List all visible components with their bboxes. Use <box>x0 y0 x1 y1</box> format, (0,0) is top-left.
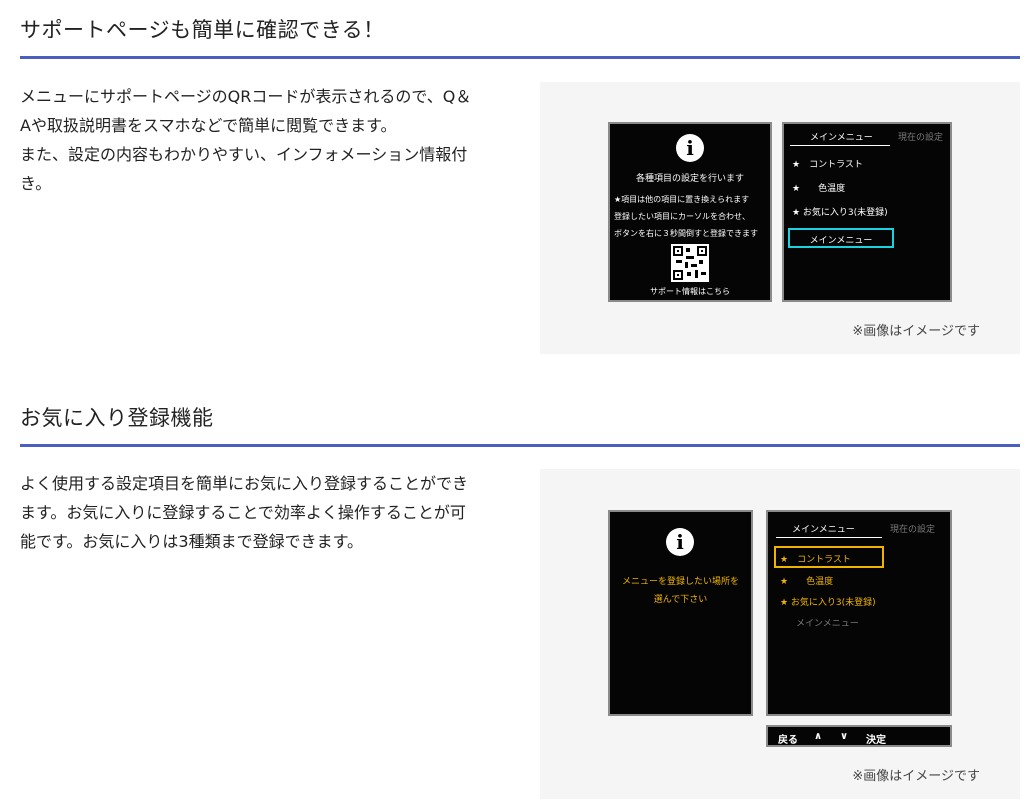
info-icon: i <box>676 134 704 162</box>
support-info-link[interactable]: サポート情報はこちら <box>610 286 770 297</box>
main-menu-screen: メインメニュー 現在の設定 ★ コントラスト ★ 色温度 ★ お気に入り3(未登… <box>782 122 952 302</box>
info-screen: i 各種項目の設定を行います ★項目は他の項目に置き換えられます 登録したい項目… <box>608 122 772 302</box>
main-menu-screen: メインメニュー 現在の設定 ★ コントラスト ★ 色温度 ★ お気に入り3(未登… <box>766 510 952 716</box>
qr-code-icon <box>671 244 709 282</box>
menu-header: メインメニュー <box>792 525 855 535</box>
control-bar: 戻る ∧ ∨ 決定 <box>766 725 952 747</box>
menu-header-dim: 現在の設定 <box>890 525 936 535</box>
menu-item[interactable]: ★ コントラスト <box>792 157 863 170</box>
menu-divider <box>776 537 882 538</box>
menu-item[interactable]: ★ 色温度 <box>792 181 845 194</box>
section-favorites: お気に入り登録機能 よく使用する設定項目を簡単にお気に入り登録することができ ま… <box>20 402 1020 807</box>
menu-header: メインメニュー <box>810 133 873 143</box>
image-caption: ※画像はイメージです <box>852 769 980 784</box>
down-arrow-icon[interactable]: ∨ <box>840 731 848 742</box>
menu-item[interactable]: ★ 色温度 <box>780 574 833 587</box>
info-screen: i メニューを登録したい場所を 選んで下さい <box>608 510 753 716</box>
up-arrow-icon[interactable]: ∧ <box>814 731 822 742</box>
section-title: お気に入り登録機能 <box>20 402 1020 447</box>
image-panel: i 各種項目の設定を行います ★項目は他の項目に置き換えられます 登録したい項目… <box>540 82 1020 354</box>
confirm-button[interactable]: 決定 <box>866 731 886 746</box>
menu-header-dim: 現在の設定 <box>898 133 944 143</box>
image-panel: i メニューを登録したい場所を 選んで下さい メインメニュー 現在の設定 ★ コ… <box>540 469 1020 799</box>
back-button[interactable]: 戻る <box>778 731 798 746</box>
menu-item[interactable]: メインメニュー <box>796 616 859 629</box>
section-support: サポートページも簡単に確認できる！ メニューにサポートページのQRコードが表示さ… <box>20 14 1020 359</box>
section-title: サポートページも簡単に確認できる！ <box>20 14 1020 59</box>
image-caption: ※画像はイメージです <box>852 324 980 339</box>
selected-menu-item[interactable]: メインメニュー <box>788 228 894 248</box>
info-icon: i <box>666 528 694 556</box>
selected-menu-item[interactable]: ★ コントラスト <box>774 546 884 568</box>
menu-item[interactable]: ★ お気に入り3(未登録) <box>792 205 888 218</box>
menu-divider <box>790 145 890 146</box>
menu-item[interactable]: ★ お気に入り3(未登録) <box>780 595 876 608</box>
section-body: よく使用する設定項目を簡単にお気に入り登録することができ ます。お気に入りに登録… <box>20 474 469 551</box>
section-body: メニューにサポートページのQRコードが表示されるので、Q＆ Aや取扱説明書をスマ… <box>20 87 472 193</box>
